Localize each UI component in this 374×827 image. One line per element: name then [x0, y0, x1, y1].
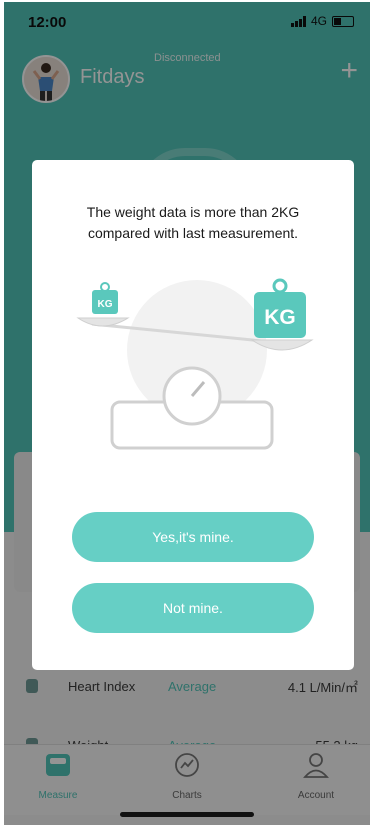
- balance-scale-illustration: KG KG: [76, 278, 314, 450]
- confirm-button[interactable]: Yes,it's mine.: [72, 512, 314, 562]
- weight-change-dialog: The weight data is more than 2KG compare…: [32, 160, 354, 670]
- home-indicator[interactable]: [120, 812, 254, 817]
- reject-button[interactable]: Not mine.: [72, 583, 314, 633]
- dialog-message: The weight data is more than 2KG compare…: [86, 204, 300, 241]
- large-kg-weight-label: KG: [264, 306, 296, 329]
- modal-overlay: The weight data is more than 2KG compare…: [4, 2, 370, 825]
- app-screen: 12:00 4G Fitdays Disconnected + Heart In: [4, 2, 370, 825]
- small-kg-weight-label: KG: [98, 299, 113, 310]
